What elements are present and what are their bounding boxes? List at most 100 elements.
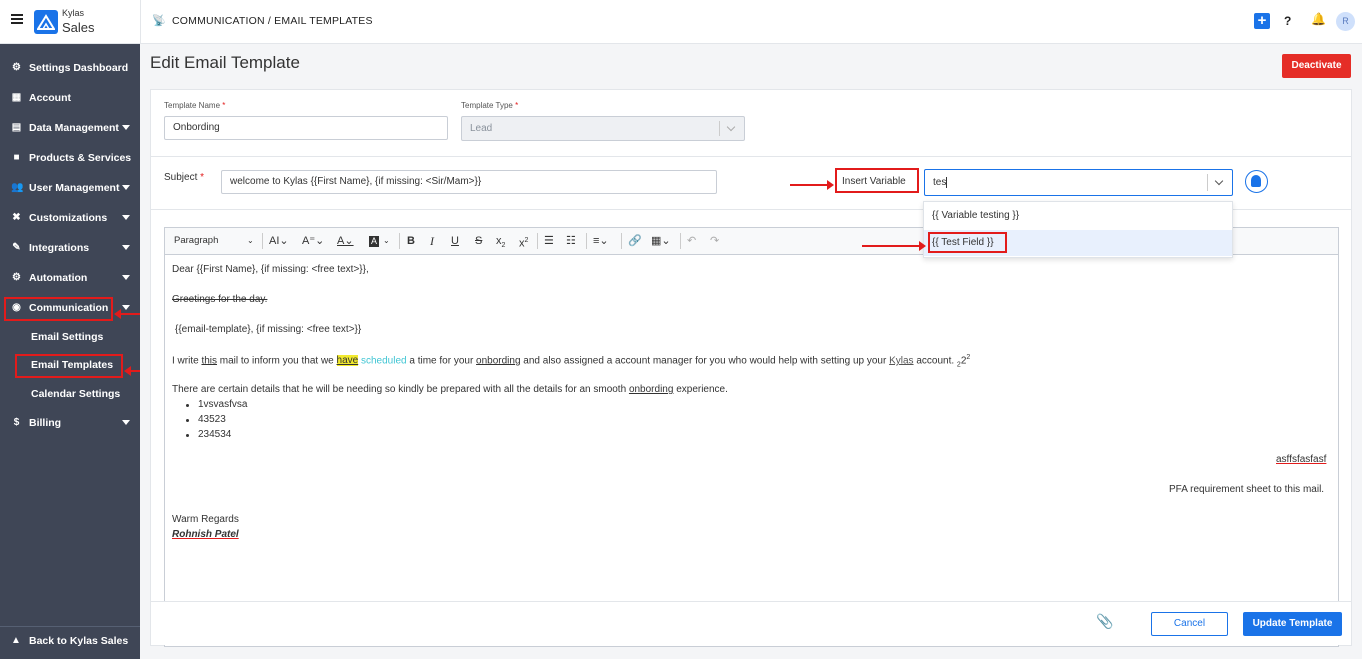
box-icon: ■ [13,152,20,163]
cogs-icon: ⚙ [12,272,21,283]
annotation-arrow [862,241,926,251]
satellite-icon: 📡 [152,15,166,27]
text-line: I write this mail to inform you that we … [172,354,971,369]
bullet-icon [186,404,189,407]
paperclip-icon[interactable]: 📎 [1096,613,1113,630]
divider [719,121,720,136]
template-name-input[interactable]: Onbording [164,116,448,140]
undo-icon[interactable]: ↶ [687,234,696,248]
align-icon[interactable]: ≡⌄ [593,234,609,248]
sidebar-item-data-management[interactable]: ▤ Data Management [0,115,140,141]
variable-search-input[interactable]: tes [924,169,1233,196]
highlight-color-icon[interactable]: A [369,236,380,247]
bold-icon[interactable]: B [407,234,415,248]
caret-down-icon [122,305,130,310]
rich-text-editor[interactable]: Paragraph ⌄ AI⌄ A⁼⌄ A⌄ A ⌄ B I U S x2 x2… [164,227,1339,647]
divider [1207,174,1208,191]
table-icon: ▤ [11,122,22,133]
font-family-icon[interactable]: A⁼⌄ [302,234,324,248]
superscript-icon[interactable]: x2 [519,234,528,251]
numbered-list-icon[interactable]: ☷ [566,234,576,248]
divider [586,233,587,249]
text-line: Warm Regards [172,514,239,525]
sidebar-subitem-email-settings[interactable]: Email Settings [31,331,103,343]
breadcrumb: COMMUNICATION / EMAIL TEMPLATES [172,15,373,27]
subscript-icon[interactable]: x2 [496,234,505,253]
link-icon[interactable]: 🔗 [628,234,642,248]
highlight-box [15,354,123,378]
caret-down-icon [122,215,130,220]
sidebar-item-user-management[interactable]: 👥 User Management [0,175,140,201]
underline-icon[interactable]: U [451,234,459,248]
insert-variable-label: Insert Variable [842,176,906,187]
kylas-logo[interactable] [34,10,58,34]
bullet-icon [186,434,189,437]
template-type-label: Template Type * [461,101,519,110]
divider [399,233,400,249]
add-button[interactable]: + [1254,13,1270,29]
kylas-logo-icon: ▲ [11,635,21,646]
back-to-kylas-sales[interactable]: ▲ Back to Kylas Sales [0,626,140,659]
template-type-select: Lead [461,116,745,141]
text-line: {{email-template}, {if missing: <free te… [175,324,362,335]
gear-icon: ⚙ [12,62,21,73]
chevron-down-icon[interactable]: ⌄ [247,234,254,248]
lightbulb-icon[interactable] [1245,170,1268,193]
list-item: 234534 [198,429,232,440]
deactivate-button[interactable]: Deactivate [1282,54,1351,78]
sidebar-item-label: Data Management [29,122,119,134]
bell-icon[interactable]: 🔔 [1311,12,1326,26]
table-icon[interactable]: ▦⌄ [651,234,671,248]
back-label: Back to Kylas Sales [29,635,129,647]
divider [151,156,1351,157]
highlight-box [928,232,1007,253]
sidebar-item-customizations[interactable]: ✖ Customizations [0,205,140,231]
hamburger-menu-icon[interactable] [11,14,23,24]
dollar-icon: $ [13,417,20,428]
caret-down-icon [122,420,130,425]
plug-icon: ✎ [12,242,21,253]
avatar[interactable]: R [1336,12,1355,31]
divider [262,233,263,249]
variable-option[interactable]: {{ Variable testing }} [924,203,1232,229]
building-icon: ▦ [11,92,22,103]
divider [140,0,141,44]
users-icon: 👥 [11,182,24,193]
sidebar-item-label: Customizations [29,212,108,224]
tools-icon: ✖ [12,212,21,223]
brand-product: Sales [62,20,95,35]
paragraph-select[interactable]: Paragraph [174,234,218,248]
help-icon[interactable]: ? [1284,14,1291,28]
sidebar-item-label: Automation [29,272,88,284]
sidebar-item-settings-dashboard[interactable]: ⚙ Settings Dashboard [0,55,140,81]
caret-down-icon [122,245,130,250]
bulleted-list-icon[interactable]: ☰ [544,234,554,248]
update-template-button[interactable]: Update Template [1243,612,1342,636]
chevron-down-icon[interactable]: ⌄ [383,234,390,248]
font-size-icon[interactable]: AI⌄ [269,234,289,248]
strikethrough-icon[interactable]: S [475,234,482,248]
caret-down-icon [122,125,130,130]
text-line: There are certain details that he will b… [172,384,728,395]
divider [680,233,681,249]
sidebar-item-integrations[interactable]: ✎ Integrations [0,235,140,261]
font-color-icon[interactable]: A⌄ [337,234,354,248]
text-line: asffsfasfasf [1276,454,1327,465]
sidebar-item-automation[interactable]: ⚙ Automation [0,265,140,291]
sidebar-item-products-services[interactable]: ■ Products & Services [0,145,140,171]
sidebar-item-label: User Management [29,182,120,194]
annotation-arrow [790,180,834,190]
cancel-button[interactable]: Cancel [1151,612,1228,636]
sidebar-item-account[interactable]: ▦ Account [0,85,140,111]
text-line: PFA requirement sheet to this mail. [1169,484,1325,495]
redo-icon[interactable]: ↷ [710,234,719,248]
italic-icon[interactable]: I [430,234,434,248]
sidebar-subitem-calendar-settings[interactable]: Calendar Settings [31,388,120,400]
caret-down-icon [122,275,130,280]
subject-input[interactable]: welcome to Kylas {{First Name}, {if miss… [221,170,717,194]
signature: Rohnish Patel [172,529,239,540]
sidebar-item-label: Settings Dashboard [29,62,129,74]
bullet-icon [186,419,189,422]
sidebar-item-billing[interactable]: $ Billing [0,410,140,436]
caret-down-icon [122,185,130,190]
